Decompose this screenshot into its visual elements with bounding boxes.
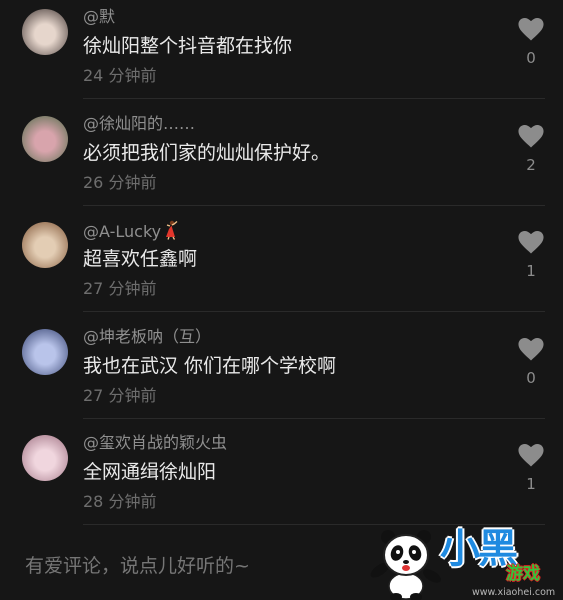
comment-text[interactable]: 必须把我们家的灿灿保护好。 xyxy=(83,140,330,166)
like-button[interactable]: 0 xyxy=(517,18,545,68)
heart-icon xyxy=(518,124,544,148)
heart-icon xyxy=(518,337,544,361)
comment-timestamp: 27 分钟前 xyxy=(83,385,157,405)
commenter-username[interactable]: @A-Lucky xyxy=(83,220,179,242)
commenter-avatar[interactable] xyxy=(22,222,68,269)
comment-item: @A-Lucky 超喜欢任鑫啊 27 分钟前 1 xyxy=(0,213,563,319)
commenter-avatar[interactable] xyxy=(22,435,68,482)
heart-icon xyxy=(518,444,544,467)
comment-text[interactable]: 我也在武汉 你们在哪个学校啊 xyxy=(83,353,336,379)
username-label: @A-Lucky xyxy=(83,222,162,242)
commenter-avatar[interactable] xyxy=(22,328,68,375)
comment-item: @玺欢肖战的颖火虫 全网通缉徐灿阳 28 分钟前 1 xyxy=(0,426,563,532)
comment-item: @徐灿阳的…… 必须把我们家的灿灿保护好。 26 分钟前 2 xyxy=(0,107,563,213)
commenter-username[interactable]: @徐灿阳的…… xyxy=(83,114,195,134)
heart-icon xyxy=(518,18,544,41)
comment-input-bar xyxy=(0,532,563,600)
commenter-avatar[interactable] xyxy=(22,115,68,162)
heart-icon xyxy=(518,231,544,254)
like-count: 1 xyxy=(526,475,536,494)
comment-text[interactable]: 超喜欢任鑫啊 xyxy=(83,246,197,272)
comment-timestamp: 24 分钟前 xyxy=(83,66,157,85)
like-button[interactable]: 0 xyxy=(517,337,545,388)
comment-timestamp: 28 分钟前 xyxy=(83,492,157,512)
commenter-avatar[interactable] xyxy=(22,9,68,55)
comment-divider xyxy=(83,204,545,206)
like-count: 0 xyxy=(526,368,536,387)
comment-text[interactable]: 徐灿阳整个抖音都在找你 xyxy=(83,33,292,59)
comment-divider xyxy=(83,311,545,313)
comment-item: @坤老板呐（互） 我也在武汉 你们在哪个学校啊 27 分钟前 0 xyxy=(0,320,563,426)
comment-divider xyxy=(83,524,545,526)
commenter-username[interactable]: @默 xyxy=(83,7,115,27)
comment-divider xyxy=(83,98,545,99)
comment-timestamp: 27 分钟前 xyxy=(83,279,157,299)
like-count: 2 xyxy=(526,155,536,174)
like-button[interactable]: 1 xyxy=(517,231,545,281)
comment-divider xyxy=(83,417,545,419)
comment-item: @默 徐灿阳整个抖音都在找你 24 分钟前 0 xyxy=(0,0,563,106)
comment-timestamp: 26 分钟前 xyxy=(83,172,157,192)
like-button[interactable]: 1 xyxy=(517,444,545,494)
like-count: 0 xyxy=(526,49,536,67)
comment-input[interactable] xyxy=(25,546,355,586)
dancer-emoji-icon xyxy=(166,220,178,241)
like-count: 1 xyxy=(526,262,536,281)
commenter-username[interactable]: @玺欢肖战的颖火虫 xyxy=(83,433,227,453)
commenter-username[interactable]: @坤老板呐（互） xyxy=(83,327,211,347)
like-button[interactable]: 2 xyxy=(517,124,545,175)
comment-text[interactable]: 全网通缉徐灿阳 xyxy=(83,459,216,485)
